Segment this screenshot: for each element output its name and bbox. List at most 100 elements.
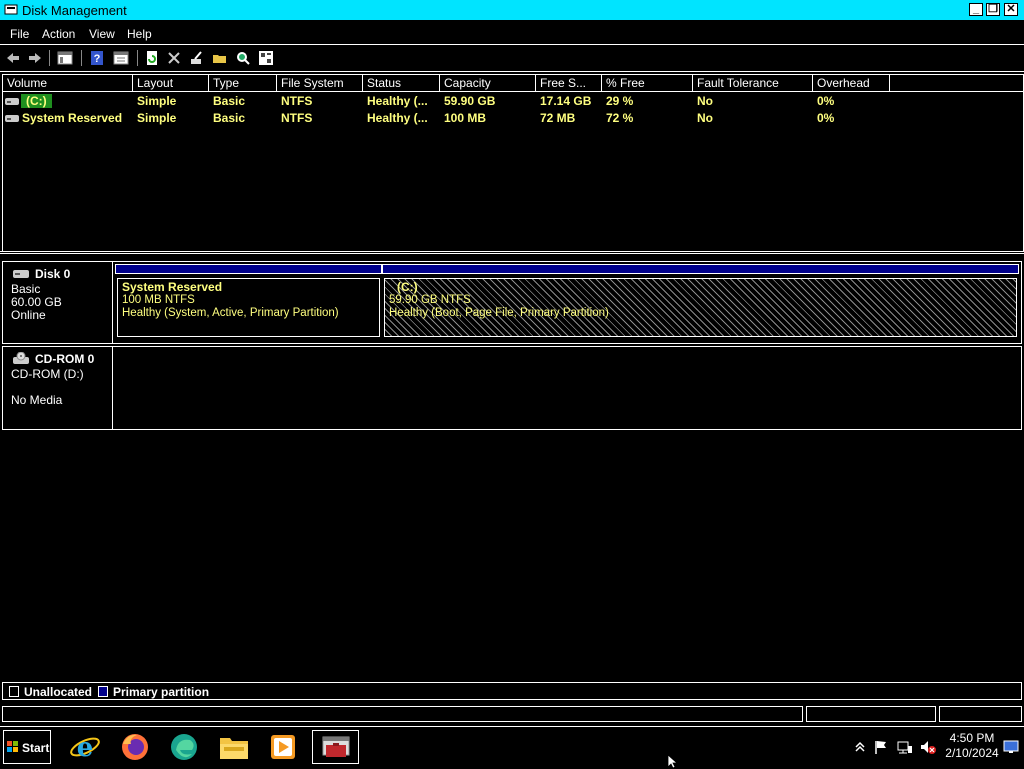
cdrom-media: No Media: [11, 393, 63, 407]
cdrom-0-row[interactable]: CD-ROM 0 CD-ROM (D:) No Media: [2, 346, 1022, 430]
show-hidden-icons-icon[interactable]: [852, 739, 868, 755]
column-file-system[interactable]: File System: [277, 75, 363, 91]
volume-capacity: 59.90 GB: [444, 94, 496, 108]
partition-size: 59.90 GB NTFS: [389, 294, 471, 306]
open-icon[interactable]: [212, 50, 228, 66]
partition-system-reserved[interactable]: System Reserved 100 MB NTFS Healthy (Sys…: [115, 264, 382, 341]
column-status[interactable]: Status: [363, 75, 440, 91]
column-free-space[interactable]: Free S...: [536, 75, 602, 91]
legend-primary-swatch: [98, 686, 108, 697]
system-clock[interactable]: 4:50 PM 2/10/2024: [942, 731, 1002, 761]
volume-muted-icon[interactable]: [920, 739, 936, 755]
wizard-icon[interactable]: [189, 50, 205, 66]
computer-management-icon[interactable]: [312, 730, 359, 764]
window-title: Disk Management: [22, 3, 127, 18]
mouse-cursor-icon: [667, 754, 679, 769]
volume-layout: Simple: [137, 94, 177, 108]
menu-file[interactable]: File: [10, 27, 29, 41]
edge-icon[interactable]: [164, 730, 204, 764]
volume-free: 17.14 GB: [540, 94, 592, 108]
partition-title: (C:): [397, 280, 418, 294]
partition-status: Healthy (Boot, Page File, Primary Partit…: [389, 307, 609, 319]
disk-0-row[interactable]: Disk 0 Basic 60.00 GB Online System Rese…: [2, 261, 1022, 344]
volume-list-header: Volume Layout Type File System Status Ca…: [3, 75, 1023, 92]
drive-icon: [5, 98, 19, 105]
show-desktop-icon[interactable]: [1003, 739, 1019, 755]
toolbar-separator: [49, 50, 50, 66]
disk-kind: Basic: [11, 282, 41, 296]
network-icon[interactable]: [897, 739, 913, 755]
disk-management-app-icon: [4, 4, 18, 15]
menu-view[interactable]: View: [89, 27, 115, 41]
partition-c[interactable]: (C:) 59.90 GB NTFS Healthy (Boot, Page F…: [382, 264, 1019, 341]
volume-name: (C:): [21, 93, 52, 110]
status-bar: [0, 704, 1024, 724]
disk-0-partitions: System Reserved 100 MB NTFS Healthy (Sys…: [115, 264, 1019, 341]
toolbar-separator: [81, 50, 82, 66]
forward-icon[interactable]: [27, 50, 43, 66]
volume-list: Volume Layout Type File System Status Ca…: [2, 74, 1024, 252]
menu-action[interactable]: Action: [42, 27, 75, 41]
toolbar: ?: [0, 45, 1024, 72]
refresh-icon[interactable]: [144, 50, 160, 66]
column-overhead[interactable]: Overhead: [813, 75, 890, 91]
status-pane: [2, 706, 803, 722]
properties-icon[interactable]: [113, 50, 129, 66]
disk-0-label[interactable]: Disk 0 Basic 60.00 GB Online: [3, 262, 113, 343]
rescan-icon[interactable]: [258, 50, 274, 66]
close-button[interactable]: ✕: [1004, 3, 1018, 16]
menu-bar: File Action View Help: [0, 22, 1024, 45]
console-tree-icon[interactable]: [57, 50, 73, 66]
help-icon[interactable]: ?: [89, 50, 105, 66]
taskbar: Start e 4:50 PM 2/10/2024: [0, 726, 1024, 769]
toolbar-separator: [137, 50, 138, 66]
column-fault-tolerance[interactable]: Fault Tolerance: [693, 75, 813, 91]
partition-body: System Reserved 100 MB NTFS Healthy (Sys…: [117, 278, 380, 337]
delete-icon[interactable]: [166, 50, 182, 66]
volume-name-text: (C:): [21, 94, 52, 108]
volume-overhead: 0%: [817, 94, 835, 108]
volume-status: Healthy (...: [367, 94, 428, 108]
file-explorer-icon[interactable]: [214, 730, 254, 764]
volume-row[interactable]: System Reserved Simple Basic NTFS Health…: [3, 110, 1023, 127]
firefox-icon[interactable]: [115, 730, 155, 764]
partition-band: [115, 264, 382, 274]
back-icon[interactable]: [5, 50, 21, 66]
volume-capacity: 100 MB: [444, 111, 487, 125]
title-bar: Disk Management _ ❐ ✕: [0, 0, 1024, 20]
volume-status: Healthy (...: [367, 111, 428, 125]
column-capacity[interactable]: Capacity: [440, 75, 536, 91]
media-player-icon[interactable]: [263, 730, 303, 764]
status-pane: [939, 706, 1022, 722]
volume-type: Basic: [213, 111, 246, 125]
volume-layout: Simple: [137, 111, 177, 125]
disk-size: 60.00 GB: [11, 295, 62, 309]
action-center-flag-icon[interactable]: [873, 739, 889, 755]
status-pane: [806, 706, 936, 722]
start-button[interactable]: Start: [3, 730, 51, 764]
legend-unallocated: Unallocated: [24, 685, 93, 699]
volume-pct-free: 72 %: [606, 111, 634, 125]
cdrom-kind: CD-ROM (D:): [11, 367, 84, 381]
cdrom-0-label[interactable]: CD-ROM 0 CD-ROM (D:) No Media: [3, 347, 113, 429]
disk-name: Disk 0: [35, 267, 71, 281]
cdrom-name: CD-ROM 0: [35, 352, 95, 366]
column-type[interactable]: Type: [209, 75, 277, 91]
clock-date: 2/10/2024: [945, 746, 999, 760]
legend-primary: Primary partition: [113, 685, 210, 699]
windows-logo-icon: [7, 741, 18, 752]
svg-text:e: e: [77, 733, 94, 762]
pane-splitter[interactable]: [0, 251, 1024, 254]
menu-help[interactable]: Help: [127, 27, 152, 41]
column-layout[interactable]: Layout: [133, 75, 209, 91]
volume-fs: NTFS: [281, 111, 313, 125]
volume-name: System Reserved: [22, 111, 123, 125]
volume-row[interactable]: (C:) Simple Basic NTFS Healthy (... 59.9…: [3, 93, 1023, 110]
internet-explorer-icon[interactable]: e: [65, 730, 105, 764]
column-volume[interactable]: Volume: [3, 75, 133, 91]
restore-button[interactable]: ❐: [986, 3, 1000, 16]
column-percent-free[interactable]: % Free: [602, 75, 693, 91]
legend-unallocated-swatch: [9, 686, 19, 697]
search-icon[interactable]: [235, 50, 251, 66]
minimize-button[interactable]: _: [969, 3, 983, 16]
